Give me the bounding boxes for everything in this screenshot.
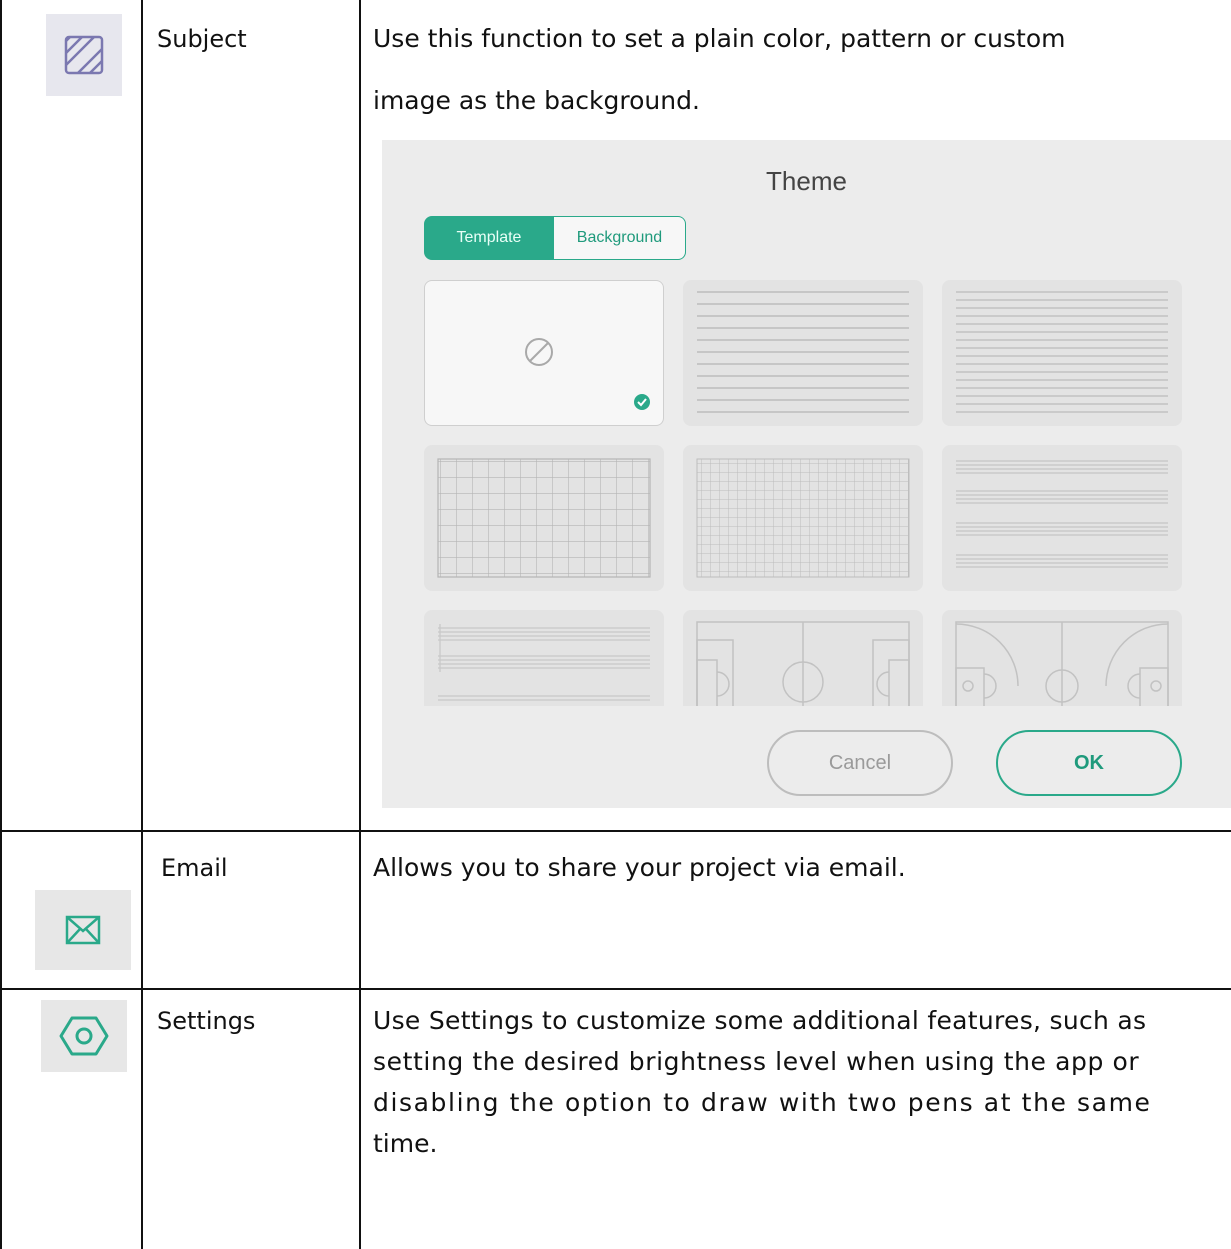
envelope-icon (35, 890, 131, 970)
row-desc-settings-line1: Use Settings to customize some additiona… (373, 1006, 1147, 1035)
template-tile-lined[interactable] (683, 280, 923, 426)
template-tile-lined-narrow[interactable] (942, 280, 1182, 426)
row-desc-email: Allows you to share your project via ema… (373, 853, 906, 882)
table-border-col2 (359, 0, 361, 1249)
template-tile-football-field[interactable] (683, 610, 923, 706)
theme-dialog: Theme Template Background Cancel OK (382, 140, 1231, 808)
template-tile-none[interactable] (424, 280, 664, 426)
row-desc-settings-line3: disabling the option to draw with two pe… (373, 1088, 1152, 1117)
ok-button[interactable]: OK (996, 730, 1182, 796)
row-name-email: Email (161, 854, 228, 882)
table-border-row2 (0, 988, 1231, 990)
tab-background[interactable]: Background (554, 216, 686, 260)
dialog-title: Theme (766, 166, 847, 196)
row-name-settings: Settings (157, 1007, 256, 1035)
row-desc-settings-line4: time. (373, 1129, 438, 1158)
template-tile-grid-fine[interactable] (683, 445, 923, 591)
table-border-left (0, 0, 2, 1249)
row-name-subject: Subject (157, 25, 247, 53)
template-tile-staff[interactable] (942, 445, 1182, 591)
row-desc-settings-line2: setting the desired brightness level whe… (373, 1047, 1140, 1076)
row-desc-subject-line1: Use this function to set a plain color, … (373, 24, 1066, 53)
table-border-col1 (141, 0, 143, 1249)
row-desc-subject-line2: image as the background. (373, 86, 700, 115)
table-border-row1 (0, 830, 1231, 832)
template-tile-basketball-court[interactable] (942, 610, 1182, 706)
template-tile-grid[interactable] (424, 445, 664, 591)
hexagon-settings-icon (41, 1000, 127, 1072)
cancel-button[interactable]: Cancel (767, 730, 953, 796)
template-tile-music-staff[interactable] (424, 610, 664, 706)
hatched-square-icon (46, 14, 122, 96)
tab-template[interactable]: Template (424, 216, 554, 260)
